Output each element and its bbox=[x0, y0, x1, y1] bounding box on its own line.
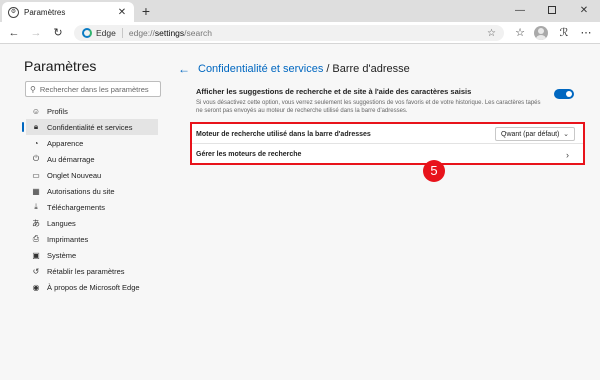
sidebar-item-privacy[interactable]: 🔒︎ Confidentialité et services bbox=[22, 119, 158, 135]
appearance-icon: ◔ bbox=[33, 138, 39, 148]
sidebar-item-printers[interactable]: ⎙ Imprimantes bbox=[26, 231, 158, 247]
address-bar[interactable]: Edge edge://settings/search ☆ bbox=[74, 25, 504, 41]
sidebar-item-profils[interactable]: ☺ Profils bbox=[26, 103, 158, 119]
address-brand: Edge bbox=[96, 28, 123, 38]
sidebar-item-label: Téléchargements bbox=[47, 202, 105, 212]
new-tab-button[interactable]: + bbox=[138, 3, 154, 19]
url-host: settings bbox=[154, 28, 185, 38]
breadcrumb-parent-link[interactable]: Confidentialité et services bbox=[198, 63, 323, 75]
maximize-button[interactable] bbox=[536, 0, 568, 22]
step-badge: 5 bbox=[423, 160, 445, 182]
sidebar-item-system[interactable]: ▣ Système bbox=[26, 247, 158, 263]
settings-search-box[interactable]: ⚲ bbox=[25, 81, 161, 97]
tab-title: Paramètres bbox=[24, 7, 66, 17]
system-icon: ▣ bbox=[32, 250, 40, 260]
manage-engines-row[interactable]: Gérer les moteurs de recherche › bbox=[192, 145, 583, 164]
url-path: /search bbox=[184, 28, 213, 38]
sidebar-item-label: Profils bbox=[47, 106, 68, 116]
address-url[interactable]: edge://settings/search bbox=[129, 28, 487, 38]
sidebar-item-label: Langues bbox=[47, 218, 76, 228]
reload-button[interactable]: ↻ bbox=[50, 25, 66, 41]
tab-settings[interactable]: ⚙ Paramètres ✕ bbox=[2, 2, 134, 22]
sidebar-item-label: Onglet Nouveau bbox=[47, 170, 102, 180]
sidebar-item-appearance[interactable]: ◔ Apparence bbox=[26, 135, 158, 151]
lock-icon: 🔒︎ bbox=[33, 122, 39, 131]
highlighted-search-settings: Moteur de recherche utilisé dans la barr… bbox=[190, 122, 585, 165]
search-engine-value: Qwant (par défaut) bbox=[501, 130, 560, 138]
settings-sidebar: Paramètres ⚲ ☺ Profils 🔒︎ Confidentialité … bbox=[0, 45, 170, 380]
printer-icon: ⎙ bbox=[32, 234, 40, 243]
sidebar-title: Paramètres bbox=[24, 58, 97, 74]
suggestions-toggle[interactable] bbox=[554, 89, 574, 99]
language-icon: あ bbox=[32, 218, 40, 228]
profile-icon: ☺ bbox=[31, 106, 41, 116]
feedback-icon[interactable]: ℛ bbox=[556, 25, 572, 41]
forward-button[interactable]: → bbox=[28, 25, 44, 41]
sidebar-item-languages[interactable]: あ Langues bbox=[26, 215, 158, 231]
page-title: Barre d'adresse bbox=[332, 63, 410, 75]
power-icon: ⏻ bbox=[32, 154, 40, 163]
sidebar-item-startup[interactable]: ⏻ Au démarrage bbox=[26, 151, 158, 167]
url-scheme: edge:// bbox=[128, 28, 155, 38]
new-tab-icon: ▭ bbox=[32, 170, 40, 180]
sidebar-item-label: Rétablir les paramètres bbox=[47, 266, 125, 276]
manage-engines-label: Gérer les moteurs de recherche bbox=[196, 151, 302, 158]
minimize-button[interactable]: — bbox=[504, 0, 536, 22]
back-button[interactable]: ← bbox=[6, 25, 22, 41]
site-permissions-icon: ▦ bbox=[32, 186, 40, 196]
sidebar-item-about[interactable]: ◉ À propos de Microsoft Edge bbox=[26, 279, 158, 295]
download-icon: ⤓ bbox=[34, 202, 38, 211]
search-engine-label: Moteur de recherche utilisé dans la barr… bbox=[196, 130, 371, 138]
close-window-button[interactable]: ✕ bbox=[568, 0, 600, 22]
profile-avatar[interactable] bbox=[534, 26, 548, 40]
sidebar-item-label: Imprimantes bbox=[47, 234, 89, 244]
settings-main: ← Confidentialité et services / Barre d'… bbox=[170, 45, 600, 380]
favorites-icon[interactable]: ☆ bbox=[512, 25, 528, 41]
sidebar-item-label: À propos de Microsoft Edge bbox=[47, 282, 140, 292]
sidebar-item-downloads[interactable]: ⤓ Téléchargements bbox=[26, 199, 158, 215]
maximize-icon bbox=[548, 6, 556, 15]
search-icon: ⚲ bbox=[30, 84, 36, 94]
sidebar-item-label: Au démarrage bbox=[47, 154, 95, 164]
settings-search-input[interactable] bbox=[39, 84, 150, 94]
edge-logo-icon: ◉ bbox=[32, 282, 40, 292]
sidebar-nav: ☺ Profils 🔒︎ Confidentialité et services ◔… bbox=[22, 103, 158, 295]
back-arrow-icon[interactable]: ← bbox=[178, 62, 190, 76]
chevron-down-icon: ⌄ bbox=[563, 131, 569, 138]
sidebar-item-label: Système bbox=[47, 250, 77, 260]
search-engine-dropdown[interactable]: Qwant (par défaut) ⌄ bbox=[495, 127, 575, 141]
sidebar-item-reset[interactable]: ↺ Rétablir les paramètres bbox=[26, 263, 158, 279]
suggestions-setting: Afficher les suggestions de recherche et… bbox=[196, 87, 576, 115]
tab-close-button[interactable]: ✕ bbox=[116, 7, 128, 18]
sidebar-item-label: Apparence bbox=[47, 138, 84, 148]
more-menu-icon[interactable]: ⋯ bbox=[578, 25, 594, 41]
sidebar-item-site-permissions[interactable]: ▦ Autorisations du site bbox=[26, 183, 158, 199]
breadcrumb-separator: / bbox=[326, 63, 330, 75]
suggestions-description: Si vous désactivez cette option, vous ve… bbox=[196, 100, 541, 114]
chevron-right-icon: › bbox=[566, 149, 569, 160]
browser-toolbar: ← → ↻ Edge edge://settings/search ☆ ☆ ℛ … bbox=[0, 22, 600, 44]
title-bar: ⚙ Paramètres ✕ + — ✕ bbox=[0, 0, 600, 22]
search-engine-row: Moteur de recherche utilisé dans la barr… bbox=[192, 125, 583, 144]
reset-icon: ↺ bbox=[32, 266, 40, 276]
sidebar-item-new-tab[interactable]: ▭ Onglet Nouveau bbox=[26, 167, 158, 183]
suggestions-title: Afficher les suggestions de recherche et… bbox=[196, 87, 472, 96]
sidebar-item-label: Confidentialité et services bbox=[47, 122, 133, 132]
sidebar-item-label: Autorisations du site bbox=[47, 186, 115, 196]
settings-gear-icon: ⚙ bbox=[8, 6, 19, 18]
favorite-star-icon[interactable]: ☆ bbox=[487, 28, 496, 39]
breadcrumb: ← Confidentialité et services / Barre d'… bbox=[178, 62, 410, 76]
edge-icon bbox=[82, 28, 92, 38]
